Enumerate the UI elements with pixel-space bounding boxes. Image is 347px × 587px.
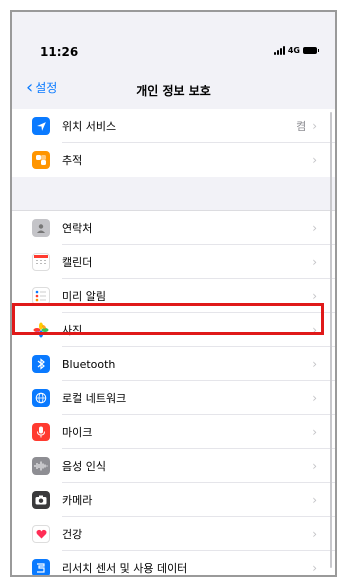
row-label: 로컬 네트워크 — [62, 392, 127, 405]
row-label: 리서치 센서 및 사용 데이터 — [62, 562, 188, 575]
section-gap — [12, 177, 335, 211]
chevron-right-icon: › — [312, 153, 317, 167]
row-label: 음성 인식 — [62, 460, 106, 473]
research-icon — [32, 559, 50, 575]
health-heart-icon — [32, 525, 50, 543]
highlight-box — [12, 303, 324, 335]
settings-group-1: 위치 서비스 켬 › 추적 › — [12, 109, 335, 177]
settings-group-2: 연락처 › 캘린더 › 미리 알림 › 사진 › Bluetooth › 로컬 … — [12, 211, 335, 575]
phone-frame: 11:26 4G ‹ 설정 개인 정보 보호 위치 서비스 켬 › 추적 › 연… — [10, 10, 337, 577]
row-label: 마이크 — [62, 426, 93, 439]
chevron-right-icon: › — [312, 357, 317, 371]
contacts-icon — [32, 219, 50, 237]
row-label: 위치 서비스 — [62, 120, 117, 133]
row-label: Bluetooth — [62, 357, 116, 371]
network-type: 4G — [287, 46, 300, 55]
navigation-bar: ‹ 설정 개인 정보 보호 — [12, 74, 335, 104]
signal-icon — [273, 46, 285, 55]
chevron-right-icon: › — [312, 459, 317, 473]
battery-icon — [303, 47, 319, 54]
microphone-icon — [32, 423, 50, 441]
row-local-network[interactable]: 로컬 네트워크 › — [12, 381, 335, 415]
row-label: 연락처 — [62, 222, 93, 235]
calendar-icon — [32, 253, 50, 271]
chevron-right-icon: › — [312, 119, 317, 133]
scrollbar[interactable] — [330, 112, 332, 568]
row-speech-recognition[interactable]: 음성 인식 › — [12, 449, 335, 483]
row-microphone[interactable]: 마이크 › — [12, 415, 335, 449]
tracking-icon — [32, 151, 50, 169]
chevron-right-icon: › — [312, 527, 317, 541]
location-arrow-icon — [32, 117, 50, 135]
screenshot-canvas: 11:26 4G ‹ 설정 개인 정보 보호 위치 서비스 켬 › 추적 › 연… — [0, 0, 347, 587]
bluetooth-icon — [32, 355, 50, 373]
status-indicators: 4G — [273, 46, 319, 55]
page-title: 개인 정보 보호 — [136, 84, 211, 98]
row-bluetooth[interactable]: Bluetooth › — [12, 347, 335, 381]
chevron-right-icon: › — [312, 289, 317, 303]
row-calendar[interactable]: 캘린더 › — [12, 245, 335, 279]
camera-icon — [32, 491, 50, 509]
row-camera[interactable]: 카메라 › — [12, 483, 335, 517]
status-time: 11:26 — [40, 45, 79, 59]
row-label: 카메라 — [62, 494, 93, 507]
row-value: 켬 — [296, 120, 307, 133]
row-label: 미리 알림 — [62, 290, 106, 303]
row-location-services[interactable]: 위치 서비스 켬 › — [12, 109, 335, 143]
chevron-right-icon: › — [312, 391, 317, 405]
status-bar: 11:26 4G — [12, 12, 335, 74]
row-label: 추적 — [62, 154, 83, 167]
chevron-right-icon: › — [312, 561, 317, 575]
row-health[interactable]: 건강 › — [12, 517, 335, 551]
chevron-right-icon: › — [312, 425, 317, 439]
settings-list: 위치 서비스 켬 › 추적 › 연락처 › 캘린더 › 미리 알림 › 사진 ›… — [12, 109, 335, 575]
row-label: 건강 — [62, 528, 83, 541]
chevron-right-icon: › — [312, 493, 317, 507]
chevron-right-icon: › — [312, 255, 317, 269]
row-tracking[interactable]: 추적 › — [12, 143, 335, 177]
row-contacts[interactable]: 연락처 › — [12, 211, 335, 245]
waveform-icon — [32, 457, 50, 475]
row-research-sensor[interactable]: 리서치 센서 및 사용 데이터 › — [12, 551, 335, 575]
chevron-right-icon: › — [312, 221, 317, 235]
row-label: 캘린더 — [62, 256, 93, 269]
globe-icon — [32, 389, 50, 407]
